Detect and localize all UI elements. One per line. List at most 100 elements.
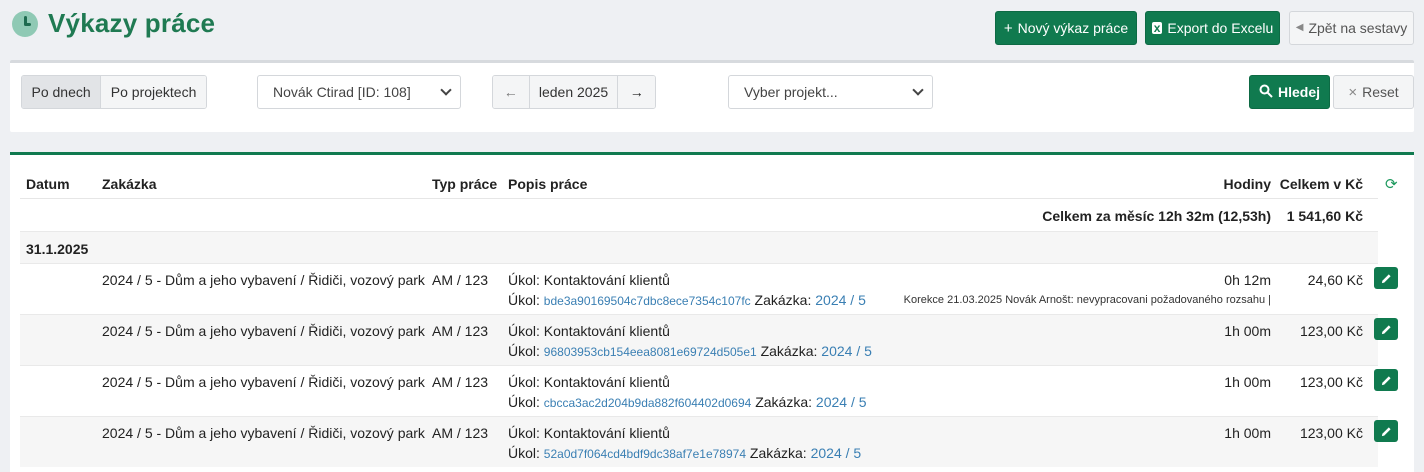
reports-table: Datum Zakázka Typ práce Popis práce Hodi… [10, 152, 1414, 472]
task-prefix: Úkol: [508, 292, 540, 308]
col-date: Datum [26, 176, 70, 192]
page-header: Výkazy práce [12, 8, 215, 39]
row-task-detail: Úkol: 52a0d7f064cd4bdf9dc38af7e1e78974 Z… [508, 445, 861, 461]
table-row: 2024 / 5 - Dům a jeho vybavení / Řidiči,… [20, 314, 1378, 365]
reset-button[interactable]: × Reset [1333, 75, 1414, 109]
order-link[interactable]: 2024 / 5 [821, 343, 872, 359]
row-task: Úkol: Kontaktování klientů [508, 323, 670, 339]
chevron-down-icon [912, 84, 924, 96]
export-excel-button[interactable]: x Export do Excelu [1145, 11, 1280, 45]
row-order: 2024 / 5 - Dům a jeho vybavení / Řidiči,… [102, 425, 425, 441]
pencil-icon [1381, 324, 1391, 334]
edit-button[interactable] [1374, 420, 1398, 442]
row-hours: 1h 00m [1224, 323, 1271, 339]
caret-left-icon: ◀ [1295, 22, 1304, 33]
order-prefix: Zakázka: [749, 445, 807, 461]
pencil-icon [1381, 273, 1391, 283]
excel-icon: x [1151, 21, 1163, 35]
view-mode-toggle: Po dnech Po projektech [21, 75, 207, 109]
edit-button[interactable] [1374, 267, 1398, 289]
col-hours: Hodiny [1223, 176, 1271, 192]
clock-icon [12, 10, 38, 37]
search-label: Hledej [1277, 84, 1320, 100]
task-hash-link[interactable]: 96803953cb154eea8081e69724d505e1 [544, 345, 757, 359]
month-navigator: ← leden 2025 → [492, 75, 656, 109]
order-prefix: Zakázka: [755, 394, 813, 410]
row-task: Úkol: Kontaktování klientů [508, 272, 670, 288]
task-hash-link[interactable]: cbcca3ac2d204b9da882f604402d0694 [544, 396, 752, 410]
back-to-reports-button[interactable]: ◀ Zpět na sestavy [1289, 11, 1414, 45]
col-description: Popis práce [508, 176, 588, 192]
reset-label: Reset [1362, 84, 1399, 100]
refresh-icon[interactable]: ⟳ [1385, 175, 1398, 193]
search-icon [1259, 84, 1273, 101]
row-order: 2024 / 5 - Dům a jeho vybavení / Řidiči,… [102, 374, 425, 390]
day-date: 31.1.2025 [26, 241, 89, 257]
task-hash-link[interactable]: bde3a90169504c7dbc8ece7354c107fc [544, 294, 751, 308]
close-icon: × [1348, 83, 1358, 101]
new-report-button[interactable]: + Nový výkaz práce [995, 11, 1137, 45]
row-hours: 1h 00m [1224, 425, 1271, 441]
search-button[interactable]: Hledej [1249, 75, 1330, 109]
row-total: 123,00 Kč [1299, 374, 1363, 390]
row-task-detail: Úkol: bde3a90169504c7dbc8ece7354c107fc Z… [508, 292, 866, 308]
col-type: Typ práce [432, 176, 498, 192]
task-prefix: Úkol: [508, 445, 540, 461]
day-group-header: 31.1.2025 [20, 231, 1378, 263]
month-display: leden 2025 [528, 76, 618, 108]
edit-button[interactable] [1374, 318, 1398, 340]
row-total: 24,60 Kč [1307, 272, 1363, 288]
export-excel-label: Export do Excelu [1167, 20, 1274, 36]
tab-by-days[interactable]: Po dnech [22, 76, 101, 108]
plus-icon: + [1003, 19, 1013, 37]
arrow-right-icon: → [629, 84, 644, 100]
order-link[interactable]: 2024 / 5 [816, 394, 867, 410]
filter-panel: Po dnech Po projektech Novák Ctirad [ID:… [10, 60, 1414, 132]
month-summary-row: Celkem za měsíc 12h 32m (12,53h) 1 541,6… [20, 199, 1378, 231]
page-title: Výkazy práce [48, 8, 216, 38]
row-order: 2024 / 5 - Dům a jeho vybavení / Řidiči,… [102, 323, 425, 339]
pencil-icon [1381, 426, 1391, 436]
table-row: 2024 / 5 - Dům a jeho vybavení / Řidiči,… [20, 263, 1378, 314]
table-row: 2024 / 5 - Dům a jeho vybavení / Řidiči,… [20, 365, 1378, 416]
row-hours: 1h 00m [1224, 374, 1271, 390]
prev-month-button[interactable]: ← [493, 76, 529, 108]
row-order: 2024 / 5 - Dům a jeho vybavení / Řidiči,… [102, 272, 425, 288]
project-select[interactable]: Vyber projekt... [728, 75, 933, 109]
row-total: 123,00 Kč [1299, 425, 1363, 441]
table-header: Datum Zakázka Typ práce Popis práce Hodi… [20, 169, 1378, 199]
row-type: AM / 123 [432, 272, 489, 288]
tab-by-projects[interactable]: Po projektech [100, 76, 206, 108]
row-type: AM / 123 [432, 323, 489, 339]
row-type: AM / 123 [432, 425, 489, 441]
col-total: Celkem v Kč [1279, 176, 1363, 192]
pencil-icon [1381, 375, 1391, 385]
col-order: Zakázka [102, 176, 157, 192]
month-summary-label: Celkem za měsíc 12h 32m (12,53h) [1042, 208, 1271, 224]
chevron-down-icon [440, 84, 452, 96]
order-prefix: Zakázka: [754, 292, 812, 308]
row-hours: 0h 12m [1224, 272, 1271, 288]
order-prefix: Zakázka: [760, 343, 818, 359]
arrow-left-icon: ← [503, 84, 518, 100]
back-label: Zpět na sestavy [1308, 20, 1408, 36]
row-task: Úkol: Kontaktování klientů [508, 374, 670, 390]
new-report-label: Nový výkaz práce [1017, 20, 1129, 36]
project-select-placeholder: Vyber projekt... [744, 84, 838, 100]
table-row: 2024 / 5 - Dům a jeho vybavení / Řidiči,… [20, 416, 1378, 467]
task-prefix: Úkol: [508, 343, 540, 359]
person-select-value: Novák Ctirad [ID: 108] [273, 84, 411, 100]
person-select[interactable]: Novák Ctirad [ID: 108] [257, 75, 461, 109]
row-task-detail: Úkol: cbcca3ac2d204b9da882f604402d0694 Z… [508, 394, 867, 410]
order-link[interactable]: 2024 / 5 [815, 292, 866, 308]
next-month-button[interactable]: → [617, 76, 655, 108]
task-hash-link[interactable]: 52a0d7f064cd4bdf9dc38af7e1e78974 [544, 447, 746, 461]
row-note: Korekce 21.03.2025 Novák Arnošt: nevypra… [903, 294, 1271, 306]
task-prefix: Úkol: [508, 394, 540, 410]
row-task-detail: Úkol: 96803953cb154eea8081e69724d505e1 Z… [508, 343, 872, 359]
month-summary-total: 1 541,60 Kč [1286, 208, 1363, 224]
row-total: 123,00 Kč [1299, 323, 1363, 339]
order-link[interactable]: 2024 / 5 [811, 445, 862, 461]
edit-button[interactable] [1374, 369, 1398, 391]
row-type: AM / 123 [432, 374, 489, 390]
